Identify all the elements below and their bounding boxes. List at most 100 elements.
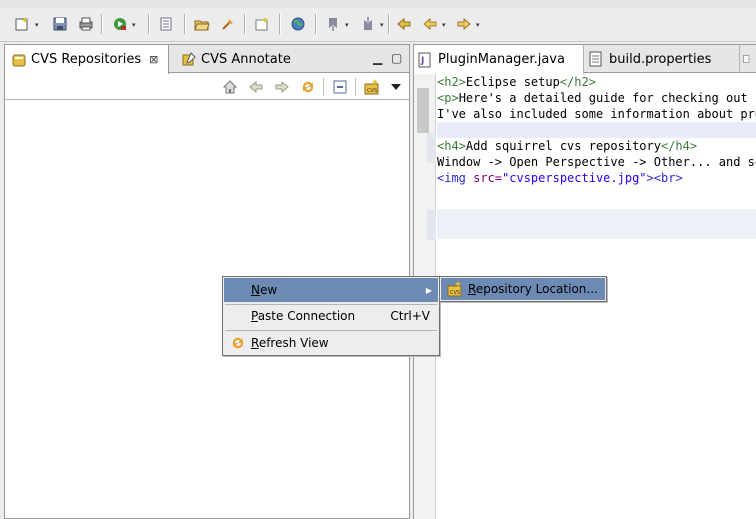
main-toolbar: ▾ ▾ ▾ ▾ ▾ ▾ [0, 0, 756, 42]
view-menu-icon[interactable] [387, 78, 405, 96]
ruler-highlight [427, 133, 436, 163]
minimize-icon[interactable]: ▁ [373, 51, 382, 65]
svg-text:CVS: CVS [450, 290, 460, 296]
tab-more[interactable] [741, 45, 756, 73]
collapse-all-icon[interactable] [331, 78, 349, 96]
previous-annotation-dropdown-icon[interactable]: ▾ [380, 22, 386, 29]
code-token: <br> [653, 171, 683, 185]
view-toolbar-separator [355, 78, 356, 96]
menu-item-repository-location[interactable]: CVS Repository Location... [441, 278, 605, 300]
menu-item-label: New [251, 283, 278, 297]
next-annotation-dropdown-icon[interactable]: ▾ [345, 22, 351, 29]
menu-item-label: Repository Location... [468, 282, 598, 296]
code-token: <img [437, 171, 474, 185]
menu-item-new[interactable]: New ▶ [224, 278, 438, 302]
code-token: src= [473, 171, 503, 185]
code-token: Add squirrel cvs repository [465, 139, 661, 153]
new-submenu: CVS Repository Location... [439, 276, 607, 302]
current-line-highlight [437, 209, 756, 239]
view-tab-bar: CVS Repositories ⊠ CVS Annotate ▁ ▢ [5, 45, 409, 74]
code-line: <h4>Add squirrel cvs repository</h4> [437, 138, 756, 154]
forward-icon[interactable] [273, 78, 291, 96]
code-line: I've also included some information abou… [437, 106, 756, 122]
web-browser-icon[interactable] [288, 14, 308, 34]
back-icon[interactable] [247, 78, 265, 96]
code-token: Eclipse setup [465, 75, 560, 89]
tab-label: build.properties [609, 51, 712, 67]
maximize-icon[interactable]: ▢ [391, 51, 402, 65]
tab-label: PluginManager.java [438, 52, 565, 67]
ruler-highlight [427, 210, 436, 240]
menu-item-label: Refresh View [251, 336, 329, 350]
tab-build-properties[interactable]: build.properties [585, 45, 740, 73]
cvs-repository-icon [12, 54, 26, 66]
properties-file-icon [589, 51, 602, 67]
print-icon[interactable] [76, 14, 96, 34]
forward-icon[interactable] [454, 14, 474, 34]
code-text[interactable]: <h2>Eclipse setup</h2> <p>Here's a detail… [437, 74, 756, 186]
task-list-icon[interactable] [156, 14, 176, 34]
submenu-arrow-icon: ▶ [425, 285, 432, 295]
toolbar-separator [101, 14, 103, 34]
tab-label: CVS Annotate [201, 51, 291, 67]
code-token: <h4> [437, 139, 466, 153]
menu-item-refresh-view[interactable]: Refresh View [224, 331, 438, 355]
add-cvs-repository-icon[interactable]: CVS [363, 78, 381, 96]
run-icon[interactable] [110, 14, 130, 34]
code-token: "cvsperspective.jpg" [502, 171, 647, 185]
cvs-repository-location-icon: CVS [447, 281, 462, 297]
tab-label: CVS Repositories [31, 52, 142, 67]
open-folder-icon[interactable] [192, 14, 212, 34]
code-token: I've also included some information abou… [437, 107, 756, 121]
toolbar-top-strip [0, 0, 756, 8]
cvs-annotate-icon [182, 52, 196, 66]
code-line: <h2>Eclipse setup</h2> [437, 74, 756, 90]
search-tool-icon[interactable] [218, 14, 238, 34]
code-token: </h4> [660, 139, 698, 153]
previous-annotation-icon[interactable] [358, 14, 378, 34]
last-edit-location-icon[interactable] [394, 14, 414, 34]
toolbar-separator [244, 14, 246, 34]
editor-tab-bar: J PluginManager.java build.properties [414, 45, 756, 74]
context-menu: New ▶ Paste Connection Ctrl+V Refresh Vi… [222, 276, 440, 356]
menu-item-label: Paste Connection [251, 309, 356, 323]
svg-text:J: J [420, 56, 424, 66]
back-icon[interactable] [420, 14, 440, 34]
toolbar-separator [279, 14, 281, 34]
back-dropdown-icon[interactable]: ▾ [442, 22, 448, 29]
more-tabs-icon [743, 55, 750, 63]
refresh-icon [232, 337, 244, 349]
home-icon[interactable] [221, 78, 239, 96]
code-token: </h2> [559, 75, 596, 89]
toolbar-separator [184, 14, 186, 34]
forward-dropdown-icon[interactable]: ▾ [476, 22, 482, 29]
menu-item-accelerator: Ctrl+V [390, 309, 430, 323]
save-icon[interactable] [50, 14, 70, 34]
code-token: <p> [437, 91, 459, 105]
toolbar-separator [148, 14, 150, 34]
java-file-icon: J [418, 52, 431, 67]
next-annotation-icon[interactable] [323, 14, 343, 34]
code-token: Here's a detailed guide for checking out… [458, 91, 756, 105]
run-dropdown-icon[interactable]: ▾ [132, 22, 138, 29]
new-wizard-icon[interactable] [12, 14, 32, 34]
code-line: <p>Here's a detailed guide for checking … [437, 90, 756, 106]
svg-text:CVS: CVS [367, 88, 377, 94]
code-token: > [646, 171, 654, 185]
toolbar-separator [315, 14, 317, 34]
tab-pluginmanager-java[interactable]: J PluginManager.java [414, 45, 584, 74]
tab-cvs-repositories[interactable]: CVS Repositories ⊠ [5, 45, 169, 74]
new-dropdown-icon[interactable]: ▾ [35, 22, 41, 29]
code-token: Window -> Open Perspective -> Other... a… [437, 155, 756, 169]
code-line: <img src="cvsperspective.jpg"><br> [437, 170, 756, 186]
view-toolbar-separator [323, 78, 324, 96]
code-line [437, 122, 756, 138]
refresh-icon[interactable] [299, 78, 317, 96]
perspective-icon[interactable] [252, 14, 272, 34]
tab-cvs-annotate[interactable]: CVS Annotate [175, 45, 295, 73]
toolbar-separator [388, 14, 390, 34]
menu-item-paste-connection[interactable]: Paste Connection Ctrl+V [224, 304, 438, 328]
view-toolbar: CVS [5, 74, 409, 100]
close-icon[interactable]: ⊠ [149, 53, 158, 66]
overview-indicator [417, 88, 429, 133]
